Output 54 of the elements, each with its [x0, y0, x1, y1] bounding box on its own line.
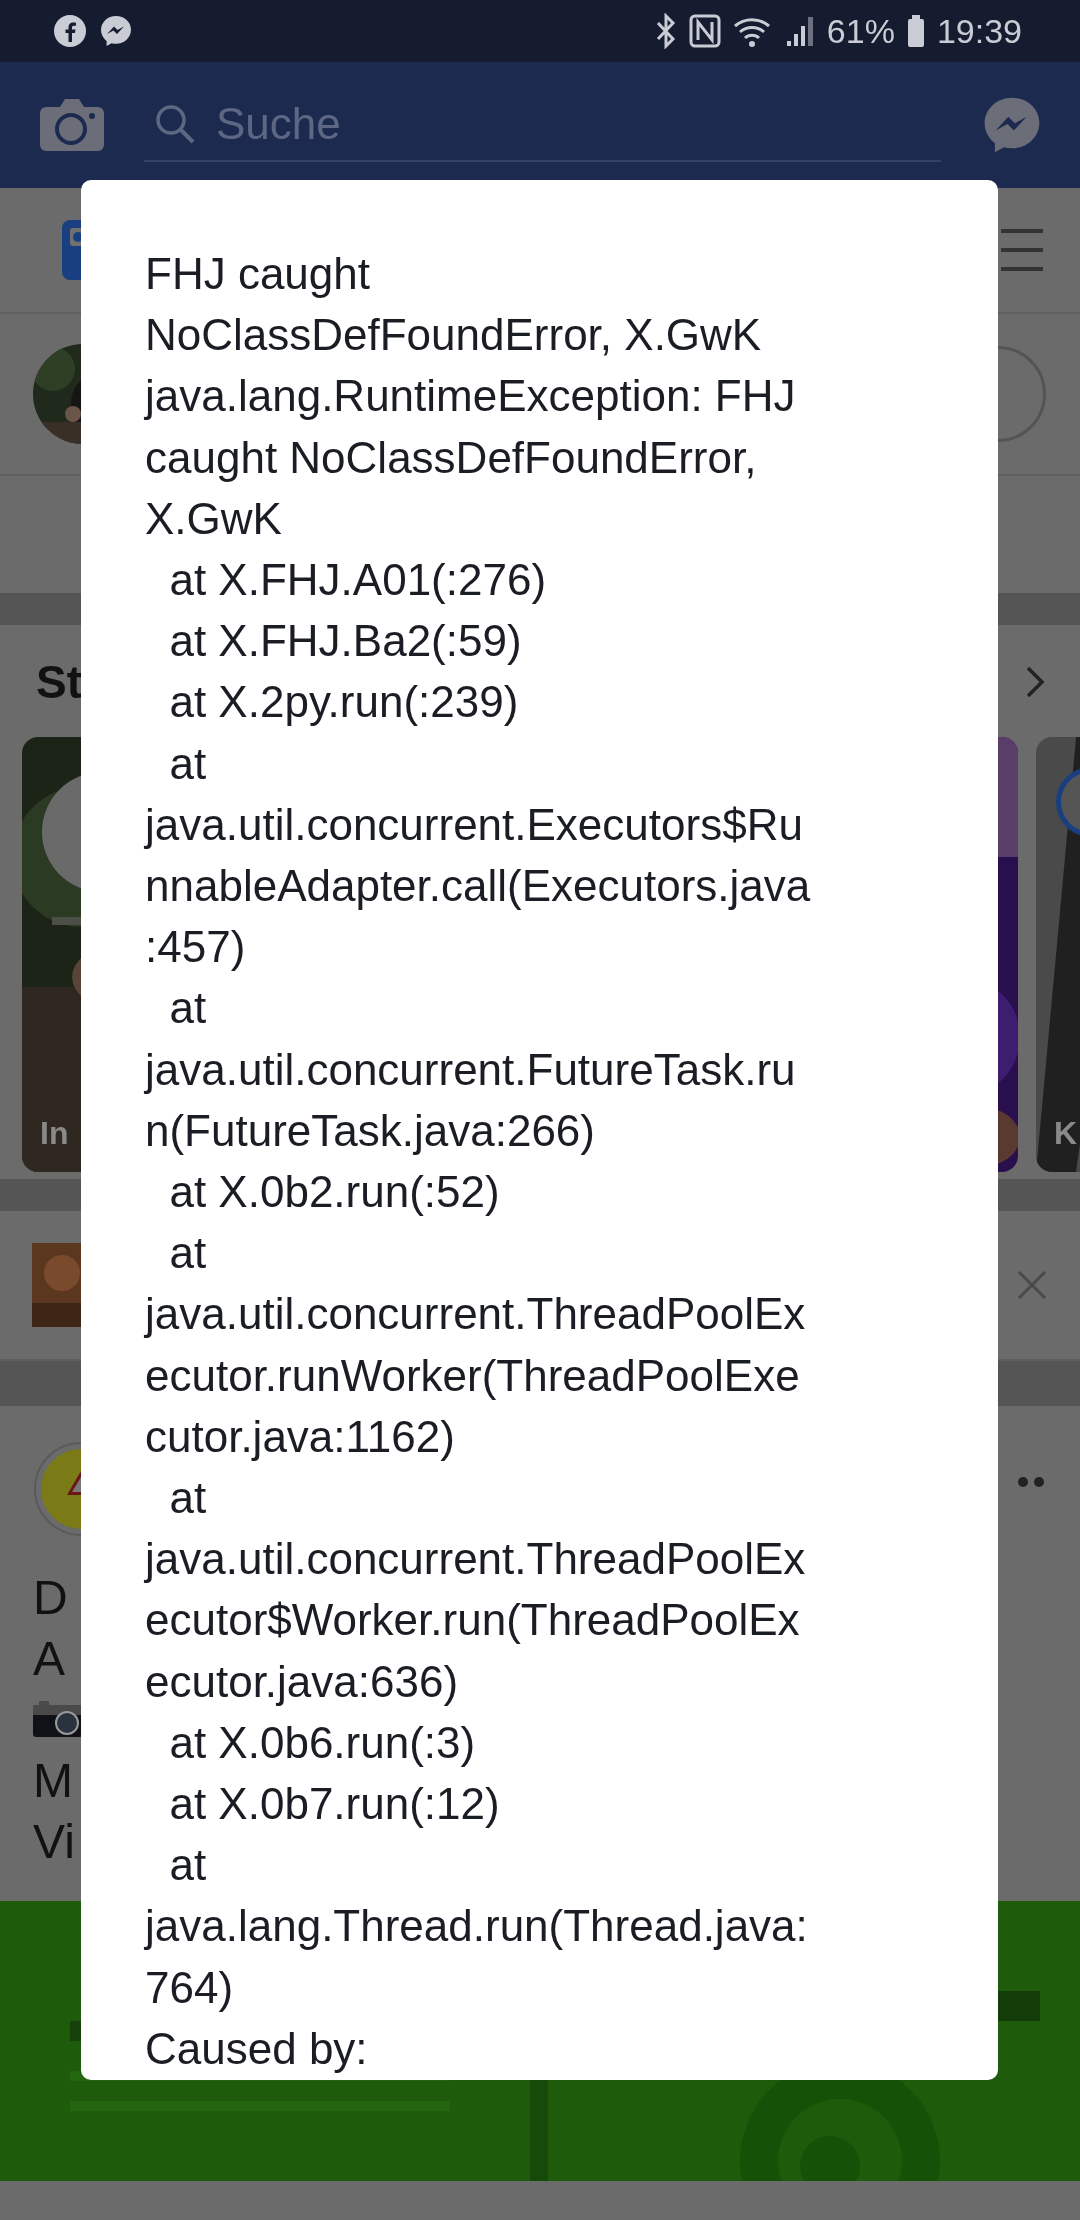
stack-trace-line: X.GwK: [145, 492, 282, 545]
story-card[interactable]: K: [1036, 737, 1080, 1172]
stack-trace-line: at X.0b7.run(:12): [168, 1778, 500, 1831]
camera-icon[interactable]: [40, 97, 104, 153]
more-icon[interactable]: [1017, 1476, 1047, 1488]
search-field[interactable]: Suche: [214, 98, 718, 150]
stack-trace-line: at X.0b6.run(:3): [168, 1716, 476, 1769]
stack-trace-line: at: [168, 737, 207, 790]
post-text: D: [33, 1570, 68, 1626]
facebook-icon: [53, 14, 87, 48]
camera-icon: [33, 1699, 83, 1739]
stories-heading: St: [36, 655, 82, 709]
signal-icon: [784, 14, 815, 48]
stack-trace-line: java.lang.Thread.run(Thread.java:: [145, 1900, 808, 1953]
battery-icon: [906, 14, 925, 48]
stack-trace-line: at: [168, 1227, 207, 1280]
stack-trace-line: java.util.concurrent.Executors$Ru: [145, 798, 803, 851]
stack-trace-line: at X.2py.run(:239): [168, 676, 519, 729]
stack-trace-line: ecutor.runWorker(ThreadPoolExe: [145, 1349, 800, 1402]
close-icon[interactable]: [1017, 1270, 1047, 1300]
bluetooth-icon: [654, 13, 677, 49]
stack-trace-line: at: [168, 982, 207, 1035]
post-text: Vi: [33, 1814, 75, 1870]
stack-trace-line: caught NoClassDefFoundError,: [145, 431, 757, 484]
stack-trace-line: NoClassDefFoundError, X.GwK: [145, 309, 762, 362]
messenger-icon: [99, 14, 133, 48]
stack-trace-line: java.util.concurrent.ThreadPoolEx: [145, 1288, 806, 1341]
story-label: In: [40, 1115, 69, 1152]
stack-trace-line: java.util.concurrent.ThreadPoolEx: [145, 1533, 806, 1586]
post-text: M: [33, 1753, 73, 1809]
stack-trace-line: :457): [145, 921, 246, 974]
nfc-icon: [688, 14, 721, 48]
post-text: A: [33, 1631, 65, 1687]
stack-trace-line: at: [168, 1839, 207, 1892]
stack-trace-line: Caused by:: [145, 2022, 368, 2075]
stack-trace-line: java.util.concurrent.FutureTask.ru: [145, 1043, 796, 1096]
search-icon: [154, 103, 196, 145]
stack-trace-line: at: [168, 1472, 207, 1525]
menu-icon[interactable]: [999, 227, 1045, 273]
chevron-right-icon[interactable]: [1025, 665, 1045, 699]
stack-trace-line: FHJ caught: [145, 248, 370, 300]
clock: 19:39: [936, 11, 1022, 51]
stack-trace-line: ecutor$Worker.run(ThreadPoolEx: [145, 1594, 800, 1647]
stack-trace-line: at X.0b2.run(:52): [168, 1166, 500, 1219]
stack-trace-line: at X.FHJ.A01(:276): [168, 554, 547, 606]
stack-trace-line: cutor.java:1162): [145, 1410, 455, 1463]
stack-trace-line: ecutor.java:636): [145, 1655, 459, 1708]
stack-trace-line: n(FutureTask.java:266): [145, 1104, 595, 1157]
stack-trace-line: nnableAdapter.call(Executors.java: [145, 860, 811, 913]
stack-trace-line: java.lang.RuntimeException: FHJ: [145, 370, 796, 423]
battery-percentage: 61%: [826, 11, 895, 51]
story-label: K: [1054, 1115, 1078, 1152]
stack-trace-line: at X.FHJ.Ba2(:59): [168, 615, 522, 668]
stack-trace-line: 764): [145, 1961, 234, 2014]
